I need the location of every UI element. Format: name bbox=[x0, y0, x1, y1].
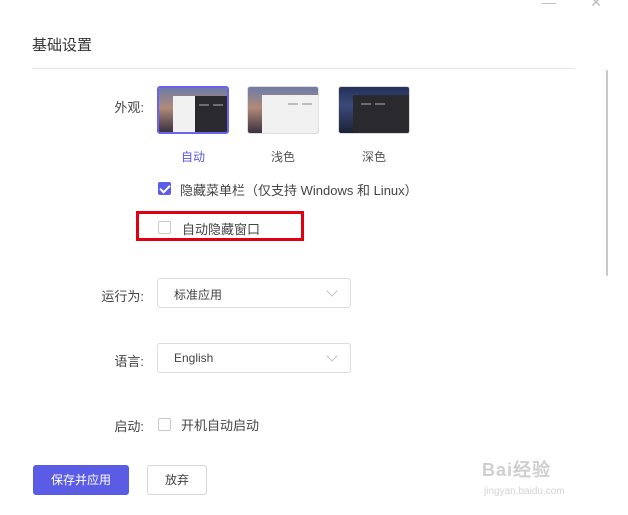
theme-thumb-dark[interactable] bbox=[338, 86, 410, 134]
hide-menubar-checkbox[interactable] bbox=[158, 182, 171, 195]
watermark-sub: jingyan.baidu.com bbox=[484, 486, 565, 497]
highlight-box bbox=[136, 211, 304, 241]
watermark-main: Bai经验 bbox=[482, 460, 552, 480]
appearance-label: 外观: bbox=[114, 100, 144, 115]
startup-checkbox[interactable] bbox=[158, 418, 171, 431]
language-value: English bbox=[174, 351, 214, 365]
chevron-down-icon bbox=[326, 285, 338, 297]
theme-label-light[interactable]: 浅色 bbox=[247, 148, 319, 165]
divider bbox=[32, 68, 575, 69]
section-title: 基础设置 bbox=[32, 37, 93, 54]
startup-label: 启动: bbox=[114, 419, 144, 434]
theme-thumb-auto[interactable] bbox=[157, 86, 229, 134]
watermark: Bai经验 jingyan.baidu.com bbox=[482, 456, 602, 497]
theme-label-auto[interactable]: 自动 bbox=[157, 148, 229, 165]
startup-checkbox-label: 开机自动启动 bbox=[181, 418, 260, 433]
discard-button[interactable]: 放弃 bbox=[147, 465, 207, 495]
theme-label-dark[interactable]: 深色 bbox=[338, 148, 410, 165]
hide-menubar-label: 隐藏菜单栏（仅支持 Windows 和 Linux） bbox=[180, 183, 418, 198]
save-apply-button[interactable]: 保存并应用 bbox=[33, 465, 129, 495]
language-select[interactable]: English bbox=[157, 343, 351, 373]
language-label: 语言: bbox=[114, 354, 144, 369]
theme-thumb-light[interactable] bbox=[247, 86, 319, 134]
run-as-value: 标准应用 bbox=[174, 288, 223, 302]
chevron-down-icon bbox=[326, 350, 338, 362]
run-as-select[interactable]: 标准应用 bbox=[157, 278, 351, 308]
close-icon[interactable]: ✕ bbox=[590, 0, 602, 11]
scrollbar[interactable] bbox=[606, 70, 608, 276]
run-as-label: 运行为: bbox=[101, 289, 144, 304]
minimize-icon[interactable]: — bbox=[542, 0, 556, 10]
